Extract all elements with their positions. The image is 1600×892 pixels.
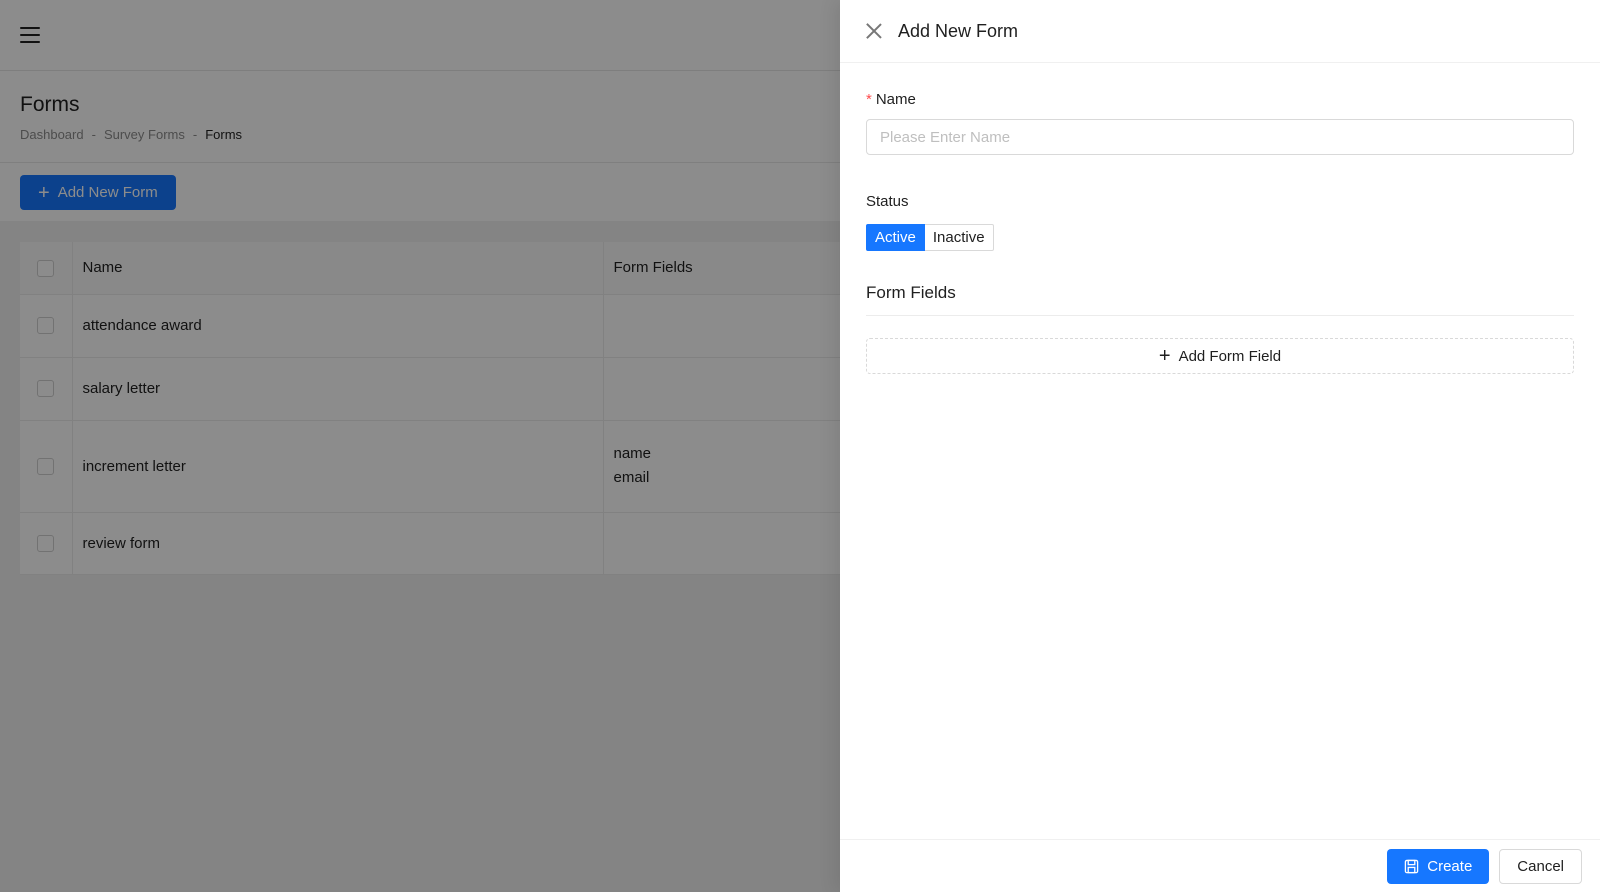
drawer-footer: Create Cancel xyxy=(840,839,1600,892)
name-input[interactable] xyxy=(866,119,1574,155)
close-icon[interactable] xyxy=(866,23,882,39)
name-label: * Name xyxy=(866,91,1574,108)
create-label: Create xyxy=(1427,857,1473,875)
status-label: Status xyxy=(866,193,909,210)
required-mark: * xyxy=(866,91,872,108)
status-active-option[interactable]: Active xyxy=(866,224,925,251)
name-label-text: Name xyxy=(875,91,916,108)
form-fields-section-title: Form Fields xyxy=(866,283,1574,316)
add-form-field-button[interactable]: + Add Form Field xyxy=(866,338,1574,374)
cancel-button[interactable]: Cancel xyxy=(1499,848,1582,884)
status-inactive-option[interactable]: Inactive xyxy=(924,224,994,251)
save-icon xyxy=(1405,859,1419,873)
status-toggle: Active Inactive xyxy=(866,224,994,251)
drawer-title: Add New Form xyxy=(898,20,1019,41)
add-form-drawer: Add New Form * Name Status Active Inacti… xyxy=(840,0,1600,892)
drawer-body: * Name Status Active Inactive Form Field… xyxy=(840,63,1600,839)
create-button[interactable]: Create xyxy=(1387,848,1490,884)
add-form-field-label: Add Form Field xyxy=(1178,347,1282,365)
name-form-item: * Name xyxy=(866,91,1574,155)
plus-icon: + xyxy=(1158,345,1171,367)
drawer-header: Add New Form xyxy=(840,0,1600,63)
status-form-item: Status Active Inactive xyxy=(866,193,1574,251)
